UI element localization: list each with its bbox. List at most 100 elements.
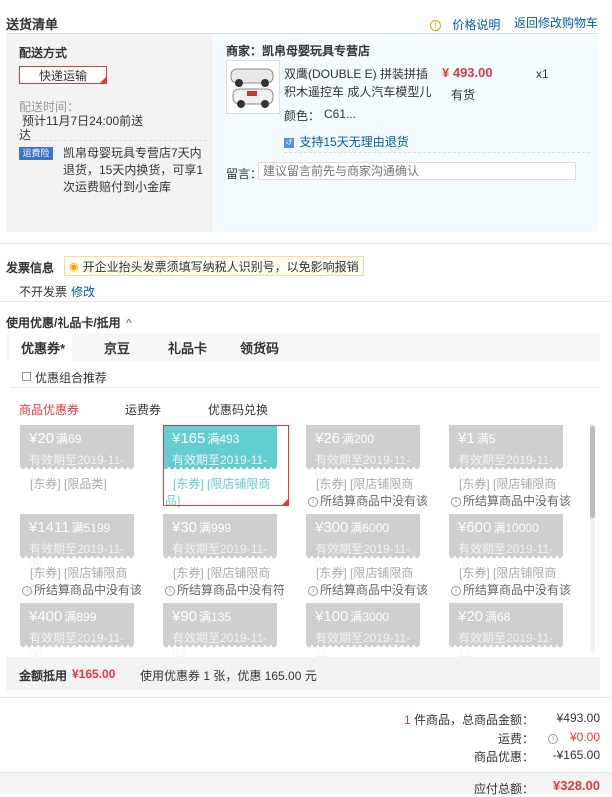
coupon-card[interactable]: ¥20 满68 有效期至2019-11-12 [449,603,563,660]
back-to-cart-link[interactable]: 返回修改购物车 [514,14,598,31]
coupon-note-text: 所结算商品中没有该 [34,583,143,597]
coupon-note-text: 所结算商品中没有该 [320,494,429,508]
coupon-card[interactable]: ¥26 满200 有效期至2019-11-05 [306,425,420,482]
coupon-card[interactable]: ¥30 满999 有效期至2019-11-05 [163,514,277,571]
coupon-card[interactable]: ¥1411 满5199 有效期至2019-11-05 [20,514,134,571]
discount-section-title[interactable]: 使用优惠/礼品卡/抵用 ^ [6,314,132,331]
product-title-line-2[interactable]: 积木遥控车 成人汽车模型儿 [284,83,431,100]
remark-divider [284,152,590,154]
coupon-scope: [东券] [限店铺限商 [173,566,271,580]
subtab-coupon-code[interactable]: 优惠码兑换 [208,401,268,418]
item-count-row: 1 件商品，总商品金额： [404,711,534,728]
invoice-edit-link[interactable]: 修改 [71,283,95,300]
coupon-condition: 满5199 [71,521,111,535]
remark-input[interactable] [258,162,576,180]
coupon-note: i 所结算商品中没有该 [451,492,571,509]
coupon-expiry: 有效期至2019-11-12 [458,631,554,660]
section-title-delivery: 送货清单 [6,17,59,32]
service-text-line-3: 次运费赔付到小金库 [63,180,172,194]
coupon-condition: 满5 [476,432,496,446]
goods-amount: ¥493.00 [556,711,600,725]
combo-checkbox[interactable] [22,372,31,381]
return-policy: ↺ 支持15天无理由退货 [284,133,409,150]
coupon-scrollbar[interactable] [590,424,595,652]
coupon-scope: [东券] [限品类] [30,477,107,491]
coupon-card[interactable]: ¥90 满135 有效期至2019-11-09 [163,603,277,660]
coupon-condition: 满135 [199,610,232,624]
express-shipping-label: 快递运输 [38,68,87,83]
coupon-card[interactable]: ¥1 满5 有效期至2019-11-05 [449,425,563,482]
coupon-amount-value: ¥20 [458,608,484,625]
coupon-note: i 所结算商品中没有该 [451,581,571,598]
remark-label: 留言： [226,167,263,181]
coupon-scope: [东券] [限店铺限商 [459,566,557,580]
coupon-amount: ¥100 满3000 [315,608,389,625]
coupon-amount-value: ¥600 [458,519,492,536]
coupon-condition: 满999 [199,521,232,535]
coupon-card[interactable]: ¥20 满69 有效期至2019-11-15 [20,425,134,482]
summary-text: 使用优惠券 1 张，优惠 165.00 元 [140,669,317,683]
express-shipping-button[interactable]: 快递运输 [19,66,107,84]
product-discount-amount: -¥165.00 [552,748,600,762]
coupon-scope: [东券] [限店铺限商 [316,566,414,580]
coupon-amount: ¥90 满135 [172,608,231,625]
car-icon [230,68,274,108]
coupon-card[interactable]: ¥400 满899 有效期至2019-11-06 [20,603,134,660]
coupon-amount-value: ¥1411 [29,519,70,536]
coupon-condition: 满200 [342,432,375,446]
payable-amount: ¥328.00 [553,778,600,793]
coupon-note-text: 所结算商品中没有该 [463,494,572,508]
delivery-time-value: 预计11月7日24:00前送 [22,114,144,128]
service-text: 凯帛母婴玩具专营店7天内 退货，15天内换货，可享1 次运费赔付到小金库 [63,145,203,196]
scrollbar-thumb[interactable] [590,426,595,518]
coupon-expiry: 有效期至2019-11-09 [172,631,268,660]
return-icon: ↺ [284,137,294,148]
color-value: C61... [324,107,357,121]
coupon-amount: ¥30 满999 [172,519,231,536]
delivery-method-panel [6,34,213,232]
coupon-amount: ¥300 满6000 [315,519,389,536]
coupon-note: i 所结算商品中没有该 [308,492,428,509]
coupon-scope: [东券] [限店铺限商 [30,566,128,580]
coupon-amount: ¥1411 满5199 [29,519,110,536]
coupon-note-text: 所结算商品中没有该 [320,583,429,597]
coupon-condition: 满69 [56,432,82,446]
info-icon: i [165,585,175,596]
info-icon: ! [430,20,441,32]
stock-status: 有货 [451,88,476,102]
coupon-card[interactable]: ¥300 满6000 有效期至2019-11-06 [306,514,420,571]
shipping-insurance-badge: 运费险 [19,147,53,160]
coupon-condition: 满899 [64,610,97,624]
tab-gift-card[interactable]: 礼品卡 [168,338,207,357]
coupon-amount: ¥20 满68 [458,608,510,625]
product-title-line-1[interactable]: 双鹰(DOUBLE E) 拼装拼插 [284,65,428,82]
coupon-note-text: 所结算商品中没有符 [177,583,286,597]
shipping-label: 运费： [497,732,534,746]
info-icon: i [308,496,318,507]
coupon-amount-value: ¥90 [172,608,198,625]
coupon-amount-value: ¥26 [315,430,341,447]
coupon-note: i 所结算商品中没有该 [22,581,142,598]
coupon-note: i 所结算商品中没有该 [308,581,428,598]
coupon-condition: 满3000 [350,610,390,624]
tab-coupons[interactable]: 优惠券* [21,338,65,357]
summary-label: 金额抵用 [19,669,68,683]
coupon-card[interactable]: ¥600 满10000 有效期至2019-11-06 [449,514,563,571]
tab-redeem-code[interactable]: 领货码 [240,338,279,357]
coupon-amount: ¥400 满899 [29,608,96,625]
coupon-amount-value: ¥100 [315,608,349,625]
coupon-condition: 满10000 [493,521,539,535]
subtab-shipping-coupons[interactable]: 运费券 [125,401,161,418]
product-image[interactable] [226,60,280,114]
info-icon: i [451,496,461,507]
subtab-product-coupons[interactable]: 商品优惠券 [19,401,79,418]
product-price: ¥ 493.00 [442,65,493,80]
tab-jingdou[interactable]: 京豆 [104,338,130,357]
price-note-link[interactable]: ! 价格说明 [430,16,500,33]
selected-coupon-outline [163,425,289,506]
price-note-text: 价格说明 [452,18,501,32]
selected-corner-mark [100,77,106,83]
coupon-card[interactable]: ¥100 满3000 有效期至2019-11-11 [306,603,420,660]
coupon-amount: ¥1 满5 [458,430,495,447]
selected-corner-mark [282,499,288,505]
